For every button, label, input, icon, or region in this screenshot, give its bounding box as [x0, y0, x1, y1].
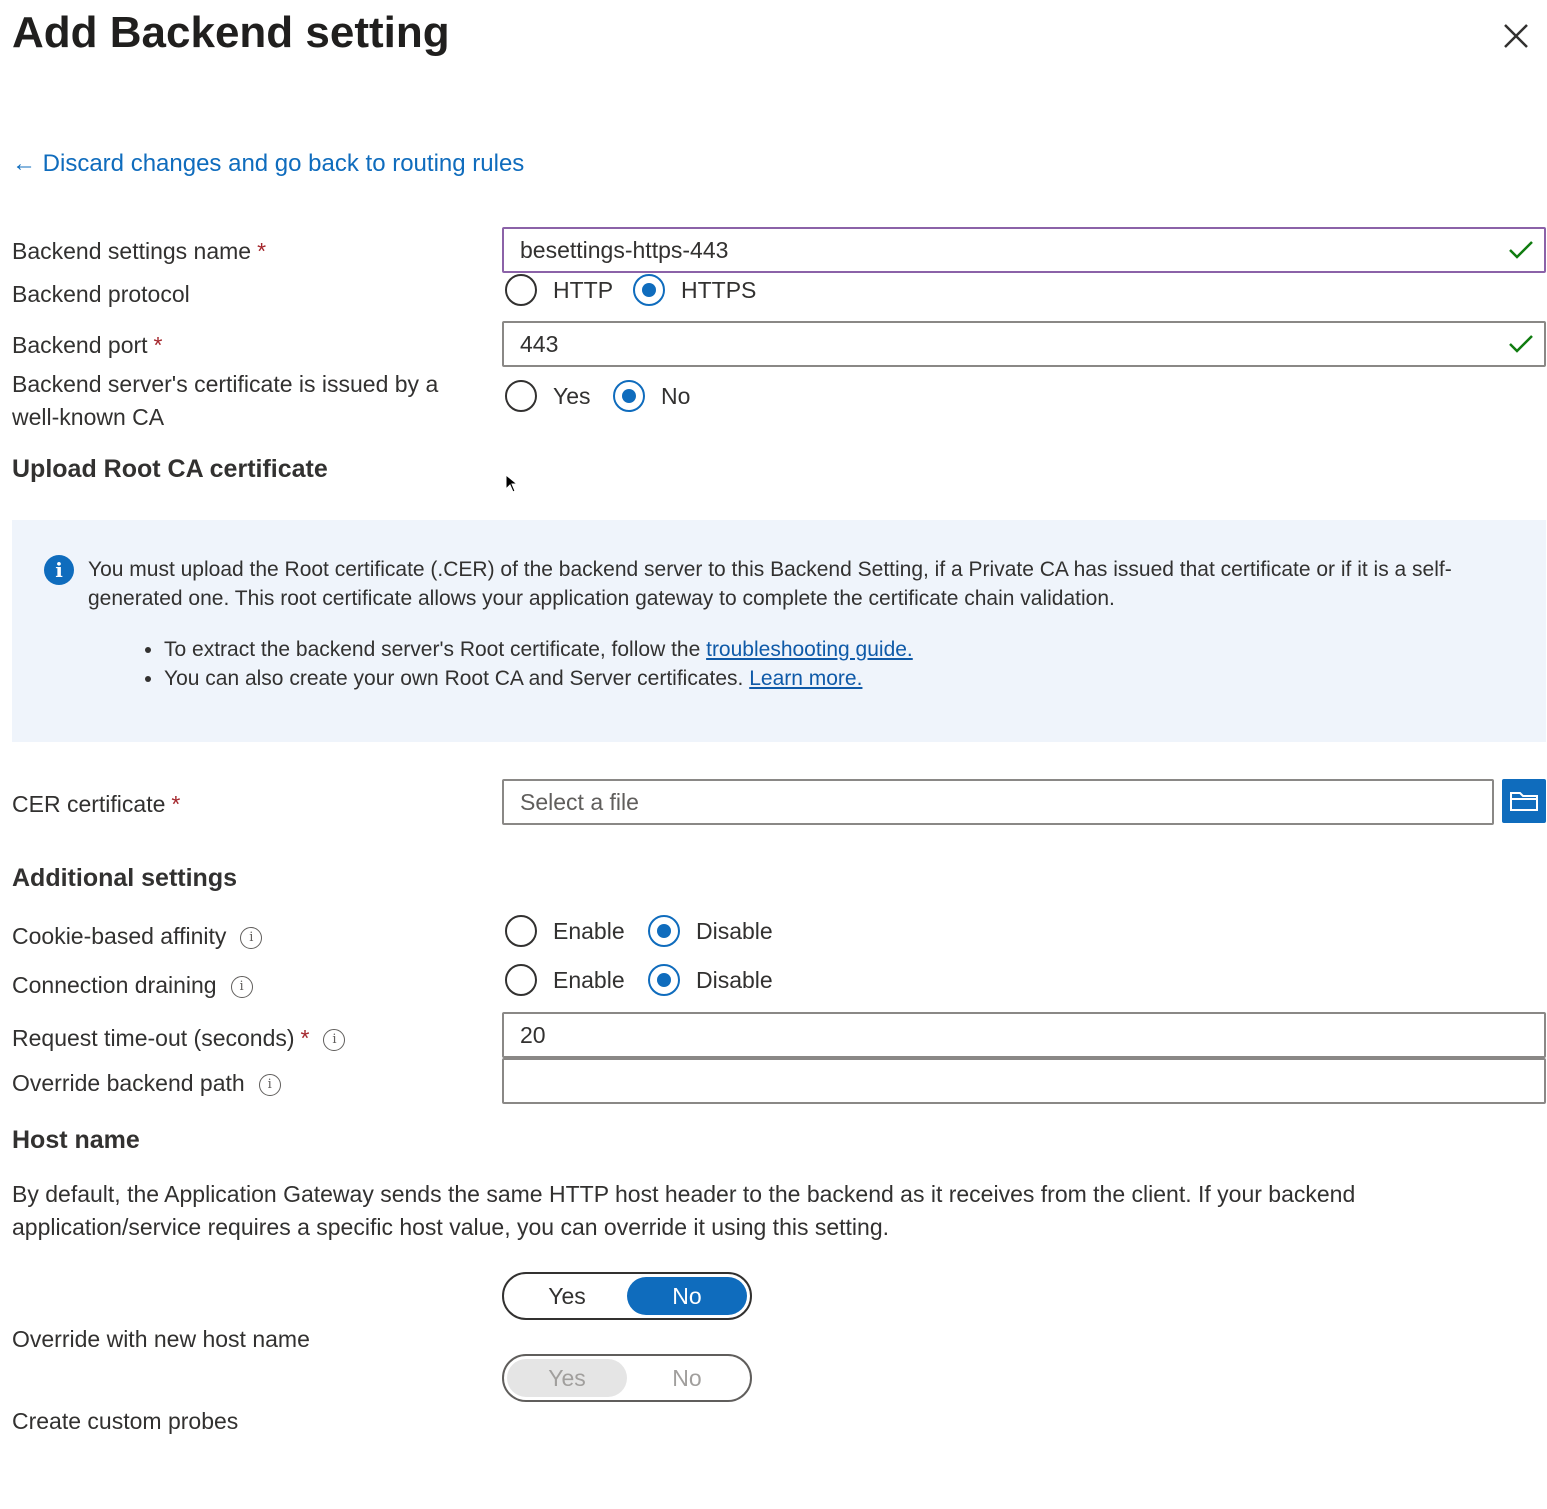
radio-cookie-enable[interactable]: Enable: [505, 915, 625, 947]
bullet-item: To extract the backend server's Root cer…: [164, 635, 913, 664]
page-title: Add Backend setting: [12, 8, 450, 57]
radio-label: Disable: [696, 917, 773, 944]
cer-file-input[interactable]: Select a file: [502, 779, 1494, 825]
info-bullets: To extract the backend server's Root cer…: [140, 635, 913, 693]
name-label-text: Backend settings name: [12, 238, 252, 264]
toggle-no-selected[interactable]: No: [627, 1277, 747, 1315]
radio-circle-selected: [648, 964, 680, 996]
override-host-toggle[interactable]: Yes No: [502, 1272, 752, 1320]
bullet-item: You can also create your own Root CA and…: [164, 664, 913, 693]
radio-circle-selected: [648, 915, 680, 947]
cookie-label-text: Cookie-based affinity: [12, 923, 227, 949]
backend-port-input[interactable]: 443: [502, 321, 1546, 367]
port-label-text: Backend port: [12, 332, 148, 358]
file-placeholder: Select a file: [520, 788, 639, 815]
radio-draining-enable[interactable]: Enable: [505, 964, 625, 996]
discard-back-link[interactable]: ← Discard changes and go back to routing…: [12, 150, 524, 178]
radio-label: HTTPS: [681, 276, 757, 303]
name-value: besettings-https-443: [520, 236, 729, 263]
learn-more-link[interactable]: Learn more.: [749, 667, 862, 690]
cer-label-text: CER certificate: [12, 791, 166, 817]
radio-label: Enable: [553, 917, 625, 944]
radio-cookie-disable[interactable]: Disable: [648, 915, 773, 947]
request-timeout-label: Request time-out (seconds) * i: [12, 1022, 346, 1055]
back-link-label: Discard changes and go back to routing r…: [42, 150, 525, 177]
radio-circle-selected: [633, 274, 665, 306]
request-timeout-input[interactable]: 20: [502, 1012, 1546, 1058]
protocol-label: Backend protocol: [12, 281, 190, 307]
browse-file-button[interactable]: [1502, 779, 1546, 823]
info-text: You must upload the Root certificate (.C…: [88, 558, 1452, 610]
name-label: Backend settings name *: [12, 235, 266, 268]
cer-label: CER certificate *: [12, 788, 180, 821]
host-name-description: By default, the Application Gateway send…: [12, 1181, 1356, 1240]
connection-draining-label: Connection draining i: [12, 969, 253, 1002]
custom-probes-toggle[interactable]: Yes No: [502, 1354, 752, 1402]
toggle-yes[interactable]: Yes: [507, 1277, 627, 1315]
checkmark-icon: [1509, 241, 1533, 259]
folder-icon: [1510, 792, 1538, 811]
info-icon: i: [44, 555, 74, 585]
info-tooltip-icon[interactable]: i: [230, 975, 253, 998]
radio-circle: [505, 964, 537, 996]
checkmark-icon: [1509, 335, 1533, 353]
timeout-value: 20: [520, 1021, 546, 1048]
upload-section-title: Upload Root CA certificate: [12, 455, 328, 483]
required-marker: *: [300, 1025, 310, 1051]
override-path-label-text: Override backend path: [12, 1070, 245, 1096]
info-tooltip-icon[interactable]: i: [323, 1028, 346, 1051]
custom-probes-label: Create custom probes: [12, 1408, 239, 1434]
radio-label: Enable: [553, 966, 625, 993]
toggle-no[interactable]: No: [627, 1359, 747, 1397]
radio-label: Disable: [696, 966, 773, 993]
bullet-text: You can also create your own Root CA and…: [164, 667, 744, 690]
toggle-yes-selected[interactable]: Yes: [507, 1359, 627, 1397]
timeout-label-text: Request time-out (seconds): [12, 1025, 295, 1051]
radio-ca-yes[interactable]: Yes: [505, 380, 591, 412]
required-marker: *: [153, 332, 163, 358]
info-tooltip-icon[interactable]: i: [240, 926, 263, 949]
radio-https[interactable]: HTTPS: [633, 274, 756, 306]
port-value: 443: [520, 330, 559, 357]
mouse-cursor-icon: [505, 474, 519, 493]
well-known-ca-label: Backend server's certificate is issued b…: [12, 371, 439, 430]
radio-circle: [505, 915, 537, 947]
required-marker: *: [171, 791, 181, 817]
backend-settings-name-input[interactable]: besettings-https-443: [502, 227, 1546, 273]
close-icon[interactable]: [1498, 18, 1534, 54]
override-host-label: Override with new host name: [12, 1326, 310, 1352]
port-label: Backend port *: [12, 329, 162, 362]
info-tooltip-icon[interactable]: i: [258, 1073, 281, 1096]
radio-draining-disable[interactable]: Disable: [648, 964, 773, 996]
host-name-title: Host name: [12, 1126, 140, 1154]
radio-circle: [505, 274, 537, 306]
radio-label: HTTP: [553, 276, 614, 303]
additional-settings-title: Additional settings: [12, 864, 237, 892]
troubleshooting-guide-link[interactable]: troubleshooting guide.: [706, 638, 913, 661]
override-backend-path-input[interactable]: [502, 1058, 1546, 1104]
radio-label: Yes: [553, 382, 591, 409]
arrow-left-icon: ←: [12, 150, 36, 177]
radio-ca-no[interactable]: No: [613, 380, 690, 412]
radio-http[interactable]: HTTP: [505, 274, 613, 306]
info-panel: [12, 520, 1546, 742]
override-path-label: Override backend path i: [12, 1067, 281, 1100]
cookie-affinity-label: Cookie-based affinity i: [12, 920, 263, 953]
bullet-text: To extract the backend server's Root cer…: [164, 638, 701, 661]
draining-label-text: Connection draining: [12, 972, 217, 998]
radio-circle-selected: [613, 380, 645, 412]
required-marker: *: [257, 238, 267, 264]
radio-label: No: [661, 382, 691, 409]
radio-circle: [505, 380, 537, 412]
